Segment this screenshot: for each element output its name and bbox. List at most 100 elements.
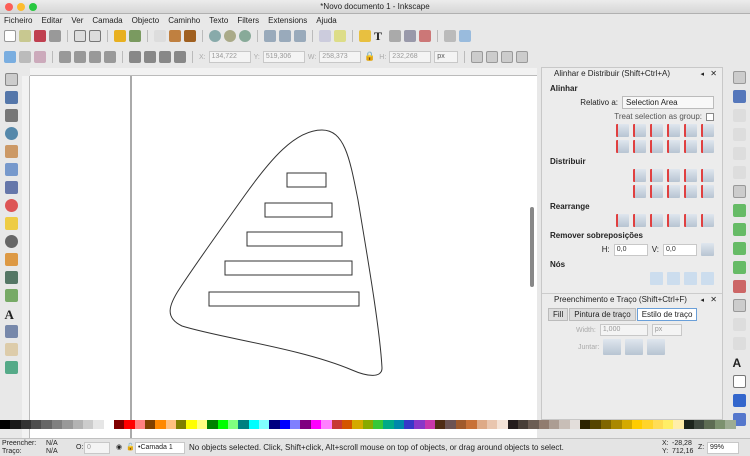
paste-icon[interactable] <box>184 30 196 42</box>
distribute-right-icon[interactable] <box>667 169 680 182</box>
palette-swatch[interactable] <box>538 420 550 429</box>
palette-swatch[interactable] <box>466 420 477 429</box>
distribute-bottom-icon[interactable] <box>667 185 680 198</box>
palette-swatch[interactable] <box>424 420 436 429</box>
palette-swatch[interactable] <box>590 420 601 429</box>
snap-bbox-edges-icon[interactable] <box>732 109 746 122</box>
palette-swatch[interactable] <box>455 420 467 429</box>
duplicate-icon[interactable] <box>264 30 276 42</box>
graph-layout-icon[interactable] <box>616 214 629 227</box>
stroke-unit-select[interactable]: px <box>651 324 682 336</box>
palette-swatch[interactable] <box>725 420 736 429</box>
ungroup-icon[interactable] <box>334 30 346 42</box>
tab-stroke-paint[interactable]: Pintura de traço <box>569 308 636 321</box>
remove-overlaps-icon[interactable] <box>701 243 714 256</box>
snap-paths-icon[interactable] <box>732 204 746 217</box>
open-icon[interactable] <box>19 30 31 42</box>
palette-swatch[interactable] <box>124 420 135 429</box>
rectangle-2[interactable] <box>264 202 333 218</box>
palette-swatch[interactable] <box>621 420 632 429</box>
palette-swatch[interactable] <box>372 420 384 429</box>
layer-lock-icon[interactable]: 🔓 <box>126 443 135 451</box>
align-left-icon[interactable] <box>633 124 646 137</box>
snap-bbox-center-icon[interactable] <box>732 166 746 179</box>
fill-stroke-icon[interactable] <box>359 30 371 42</box>
palette-swatch[interactable] <box>269 420 280 429</box>
save-icon[interactable] <box>34 30 46 42</box>
pencil-tool-icon[interactable] <box>4 253 18 266</box>
palette-swatch[interactable] <box>435 420 446 429</box>
maximize-window-button[interactable] <box>29 3 37 11</box>
palette-swatch[interactable] <box>352 420 363 429</box>
clone-icon[interactable] <box>279 30 291 42</box>
text-font-icon[interactable]: T <box>374 30 386 42</box>
palette-swatch[interactable] <box>248 420 259 429</box>
palette-swatch[interactable] <box>486 420 498 429</box>
palette-swatch[interactable] <box>196 420 208 429</box>
menu-texto[interactable]: Texto <box>209 14 228 27</box>
redo-icon[interactable] <box>129 30 141 42</box>
palette-swatch[interactable] <box>663 420 674 429</box>
palette-swatch[interactable] <box>704 420 715 429</box>
star-tool-icon[interactable] <box>4 217 18 230</box>
new-document-icon[interactable] <box>4 30 16 42</box>
print-icon[interactable] <box>49 30 61 42</box>
snap-enable-icon[interactable] <box>732 71 746 84</box>
align-nodes-v-icon[interactable] <box>667 272 680 285</box>
distribute-gaps-v-icon[interactable] <box>684 185 697 198</box>
palette-swatch[interactable] <box>341 420 353 429</box>
zoom-tool-icon[interactable] <box>4 127 18 140</box>
palette-swatch[interactable] <box>93 420 104 429</box>
unclump-icon[interactable] <box>701 214 714 227</box>
menu-objecto[interactable]: Objecto <box>132 14 160 27</box>
eraser-tool-icon[interactable] <box>4 343 18 356</box>
group-icon[interactable] <box>319 30 331 42</box>
palette-swatch[interactable] <box>383 420 394 429</box>
xml-editor-icon[interactable] <box>404 30 416 42</box>
palette-swatch[interactable] <box>404 420 415 429</box>
select-all-layers-icon[interactable] <box>19 51 31 63</box>
exchange-z-order-icon[interactable] <box>650 214 663 227</box>
h-input[interactable]: 232,268 <box>389 51 432 63</box>
copy-icon[interactable] <box>154 30 166 42</box>
stroke-width-input[interactable]: 1,000 <box>599 324 648 336</box>
distribute-center-h-icon[interactable] <box>650 169 663 182</box>
w-input[interactable]: 258,373 <box>319 51 362 63</box>
rotate-cw-icon[interactable] <box>74 51 86 63</box>
palette-swatch[interactable] <box>72 420 83 429</box>
relative-to-select[interactable]: Selection Area <box>622 96 714 109</box>
palette-swatch[interactable] <box>155 420 166 429</box>
miter-join-icon[interactable] <box>603 339 622 355</box>
treat-group-checkbox[interactable] <box>706 112 714 121</box>
document-properties-icon[interactable] <box>444 30 456 42</box>
snap-intersections-icon[interactable] <box>732 223 746 236</box>
palette-swatch[interactable] <box>62 420 73 429</box>
menu-ficheiro[interactable]: Ficheiro <box>4 14 32 27</box>
rectangle-tool-icon[interactable] <box>4 163 18 176</box>
3d-box-tool-icon[interactable] <box>4 181 18 194</box>
transform-gradients-icon[interactable] <box>501 51 514 63</box>
palette-swatch[interactable] <box>331 420 342 429</box>
opacity-input[interactable]: 0 <box>84 442 110 454</box>
palette-swatch[interactable] <box>652 420 663 429</box>
x-input[interactable]: 134,722 <box>208 51 251 63</box>
distribute-left-icon[interactable] <box>633 169 646 182</box>
palette-swatch[interactable] <box>10 420 21 429</box>
scale-stroke-icon[interactable] <box>471 51 484 63</box>
palette-swatch[interactable] <box>300 420 311 429</box>
distribute-nodes-h-icon[interactable] <box>684 272 697 285</box>
align-bottom-to-top-icon[interactable] <box>616 140 629 153</box>
spray-tool-icon[interactable] <box>4 325 18 338</box>
unit-select[interactable]: px <box>434 51 459 63</box>
align-top-icon[interactable] <box>633 140 646 153</box>
lower-bottom-icon[interactable] <box>174 51 186 63</box>
palette-swatch[interactable] <box>176 420 187 429</box>
palette-swatch[interactable] <box>103 420 114 429</box>
snap-page-icon[interactable] <box>732 375 746 388</box>
cut-icon[interactable] <box>169 30 181 42</box>
palette-swatch[interactable] <box>611 420 622 429</box>
zoom-drawing-icon[interactable] <box>224 30 236 42</box>
snap-rotation-center-icon[interactable] <box>732 337 746 350</box>
align-bottom-icon[interactable] <box>667 140 680 153</box>
zoom-selection-icon[interactable] <box>209 30 221 42</box>
